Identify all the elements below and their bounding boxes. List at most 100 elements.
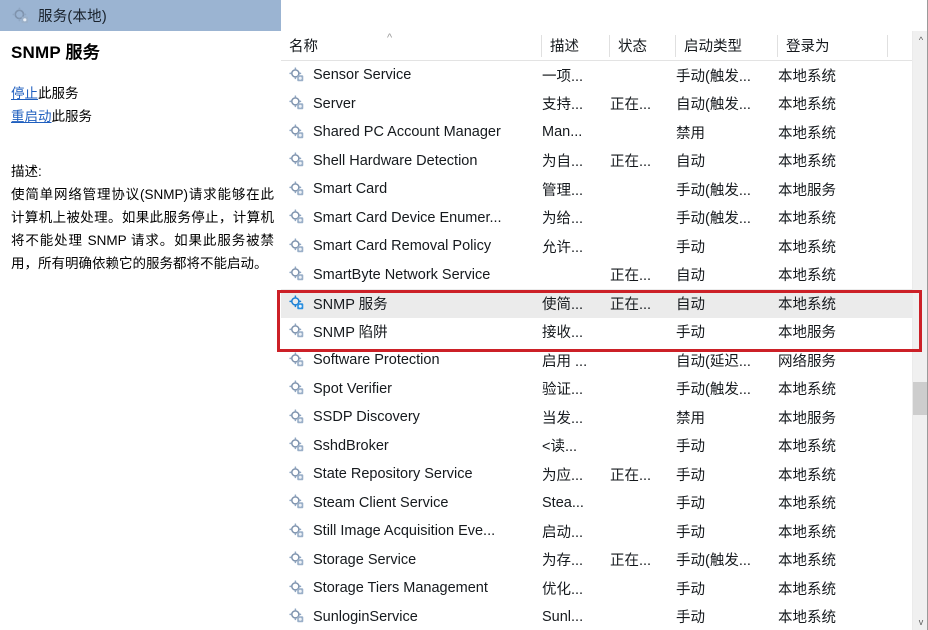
row-cell-name: Steam Client Service — [289, 489, 541, 518]
column-header-logon-as[interactable]: 登录为 — [778, 31, 888, 60]
details-body: SNMP 服务 停止此服务 重启动此服务 描述: 使简单网络管理协议(SNMP)… — [0, 31, 281, 630]
row-cell-description: 优化... — [542, 581, 584, 598]
restart-service-link[interactable]: 重启动 — [11, 109, 52, 124]
table-row[interactable]: Smart Card Device Enumer... 为给... 手动(触发...… — [281, 204, 912, 233]
row-cell-name: Shared PC Account Manager — [289, 118, 541, 147]
gear-service-icon — [289, 494, 306, 511]
table-row[interactable]: Software Protection 启用 ... 自动(延迟... 网络服务 — [281, 346, 912, 375]
scroll-down-arrow-icon[interactable]: v — [913, 613, 928, 630]
column-header-name[interactable]: 名称 — [281, 31, 542, 60]
table-row[interactable]: Storage Service 为存... 正在... 手动(触发... 本地系统 — [281, 546, 912, 575]
services-window: 服务(本地) SNMP 服务 停止此服务 重启动此服务 描述: 使简单网络管理协… — [0, 0, 928, 630]
gear-service-icon — [289, 95, 306, 112]
row-cell-startup-type: 自动 — [676, 154, 705, 171]
service-name-label: SshdBroker — [313, 437, 389, 454]
row-cell-startup-type: 手动 — [676, 581, 705, 598]
row-cell-name: SSDP Discovery — [289, 403, 541, 432]
row-cell-startup-type: 手动(触发... — [676, 182, 751, 199]
row-cell-description: 启用 ... — [542, 353, 588, 370]
services-list-panel: 名称 ^ 描述 状态 启动类型 登录为 Sensor Service 一项... 手… — [281, 0, 928, 630]
table-row[interactable]: Shell Hardware Detection 为自... 正在... 自动 本地系统 — [281, 147, 912, 176]
gear-service-icon — [289, 523, 306, 540]
table-row[interactable]: SmartByte Network Service 正在... 自动 本地系统 — [281, 261, 912, 290]
row-cell-description: Man... — [542, 124, 583, 141]
table-row[interactable]: SunloginService Sunl... 手动 本地系统 — [281, 603, 912, 630]
action-restart-service[interactable]: 重启动此服务 — [11, 106, 271, 127]
table-row[interactable]: SNMP 陷阱 接收... 手动 本地服务 — [281, 318, 912, 347]
table-row[interactable]: SSDP Discovery 当发... 禁用 本地服务 — [281, 403, 912, 432]
table-row[interactable]: SshdBroker <读... 手动 本地系统 — [281, 432, 912, 461]
service-name-label: Steam Client Service — [313, 494, 449, 511]
table-row[interactable]: State Repository Service 为应... 正在... 手动 本地系统 — [281, 460, 912, 489]
service-name-label: Server — [313, 95, 356, 112]
row-cell-startup-type: 手动 — [676, 325, 705, 342]
table-row[interactable]: Smart Card Removal Policy 允许... 手动 本地系统 — [281, 232, 912, 261]
row-cell-logon-as: 本地系统 — [778, 296, 836, 313]
table-row[interactable]: SNMP 服务 使简... 正在... 自动 本地系统 — [281, 289, 912, 318]
row-cell-name: State Repository Service — [289, 460, 541, 489]
row-cell-name: Server — [289, 90, 541, 119]
table-row[interactable]: Server 支持... 正在... 自动(触发... 本地系统 — [281, 90, 912, 119]
table-row[interactable]: Spot Verifier 验证... 手动(触发... 本地系统 — [281, 375, 912, 404]
row-cell-description: <读... — [542, 439, 578, 456]
row-cell-name: Smart Card Device Enumer... — [289, 204, 541, 233]
row-cell-logon-as: 本地系统 — [778, 496, 836, 513]
row-cell-status — [610, 61, 670, 90]
row-cell-startup-type: 手动 — [676, 467, 705, 484]
scroll-up-arrow-icon[interactable]: ^ — [913, 31, 928, 48]
row-cell-status: 正在... — [610, 154, 652, 171]
restart-service-suffix: 此服务 — [51, 109, 93, 124]
table-row[interactable]: Storage Tiers Management 优化... 手动 本地系统 — [281, 574, 912, 603]
service-name-label: Spot Verifier — [313, 380, 392, 397]
service-name-label: Shared PC Account Manager — [313, 124, 501, 141]
service-name-label: Smart Card Removal Policy — [313, 238, 492, 255]
row-cell-status — [610, 517, 670, 546]
row-cell-description: Sunl... — [542, 608, 584, 625]
row-cell-status — [610, 318, 670, 347]
row-cell-description: 启动... — [542, 524, 584, 541]
gear-service-icon — [289, 266, 306, 283]
row-cell-name: Software Protection — [289, 346, 541, 375]
table-row[interactable]: Steam Client Service Stea... 手动 本地系统 — [281, 489, 912, 518]
row-cell-description: 为应... — [542, 467, 584, 484]
description-text: 使简单网络管理协议(SNMP)请求能够在此计算机上被处理。如果此服务停止，计算机… — [11, 187, 274, 271]
row-cell-logon-as: 本地服务 — [778, 410, 836, 427]
column-header-description[interactable]: 描述 — [542, 31, 610, 60]
header-divider[interactable] — [887, 35, 888, 57]
service-name-label: SNMP 陷阱 — [313, 325, 388, 342]
service-name-label: Shell Hardware Detection — [313, 152, 478, 169]
row-cell-name: SunloginService — [289, 603, 541, 630]
row-cell-status — [610, 118, 670, 147]
column-header-status[interactable]: 状态 — [610, 31, 676, 60]
row-cell-name: Smart Card Removal Policy — [289, 232, 541, 261]
action-stop-service[interactable]: 停止此服务 — [11, 83, 271, 104]
table-row[interactable]: Sensor Service 一项... 手动(触发... 本地系统 — [281, 61, 912, 90]
row-cell-description: 管理... — [542, 182, 584, 199]
row-cell-description: 允许... — [542, 239, 584, 256]
table-row[interactable]: Shared PC Account Manager Man... 禁用 本地系统 — [281, 118, 912, 147]
service-name-label: Storage Tiers Management — [313, 580, 488, 597]
row-cell-status — [610, 432, 670, 461]
stop-service-link[interactable]: 停止 — [11, 86, 38, 101]
scrollbar-thumb[interactable] — [913, 382, 928, 415]
row-cell-startup-type: 手动(触发... — [676, 68, 751, 85]
services-rows: Sensor Service 一项... 手动(触发... 本地系统 Server 支持.… — [281, 61, 912, 630]
row-cell-logon-as: 本地服务 — [778, 182, 836, 199]
table-row[interactable]: Still Image Acquisition Eve... 启动... 手动 本地系… — [281, 517, 912, 546]
column-header-startup-type[interactable]: 启动类型 — [676, 31, 778, 60]
service-name-label: Software Protection — [313, 352, 440, 369]
vertical-scrollbar[interactable]: ^ v — [912, 31, 928, 630]
table-row[interactable]: Smart Card 管理... 手动(触发... 本地服务 — [281, 175, 912, 204]
service-name-label: Smart Card Device Enumer... — [313, 209, 502, 226]
gear-service-icon — [289, 466, 306, 483]
gear-service-icon — [289, 209, 306, 226]
gear-service-icon — [289, 352, 306, 369]
gear-service-icon — [289, 409, 306, 426]
row-cell-description: 验证... — [542, 382, 584, 399]
service-name-label: Smart Card — [313, 181, 388, 198]
row-cell-logon-as: 本地系统 — [778, 581, 836, 598]
row-cell-logon-as: 本地系统 — [778, 524, 836, 541]
row-cell-logon-as: 本地系统 — [778, 467, 836, 484]
gear-service-icon — [289, 152, 306, 169]
row-cell-logon-as: 网络服务 — [778, 353, 836, 370]
